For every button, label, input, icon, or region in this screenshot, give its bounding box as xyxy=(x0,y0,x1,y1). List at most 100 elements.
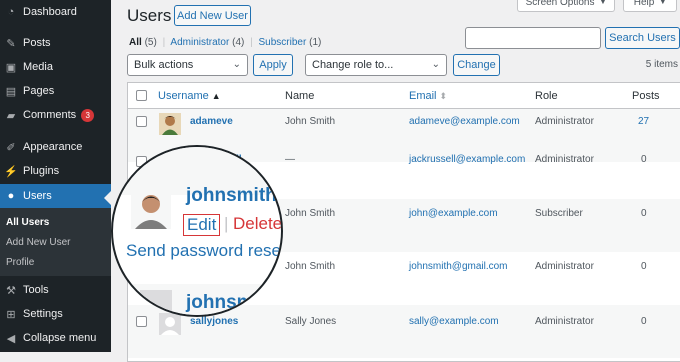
chevron-down-icon: ▼ xyxy=(599,0,607,6)
email-link[interactable]: jackrussell@example.com xyxy=(409,154,525,165)
name-cell: John Smith xyxy=(285,261,336,272)
filter-all-count: (5) xyxy=(144,37,157,48)
email-link[interactable]: john@example.com xyxy=(409,208,498,219)
help-tab[interactable]: Help ▼ xyxy=(623,0,677,12)
change-role-select[interactable]: Change role to... ⌄ xyxy=(305,54,447,76)
menu-settings[interactable]: ⊞ Settings xyxy=(0,302,111,326)
menu-label: Tools xyxy=(23,284,49,296)
add-new-user-button[interactable]: Add New User xyxy=(174,5,251,26)
table-header: Username ▲ Name Email ⬍ Role Posts xyxy=(128,83,680,109)
username-link[interactable]: adameve xyxy=(190,116,233,127)
name-cell: John Smith xyxy=(285,208,336,219)
menu-plugins[interactable]: ⚡ Plugins xyxy=(0,159,111,183)
screen-options-tab[interactable]: Screen Options ▼ xyxy=(517,0,615,12)
name-cell: John Smith xyxy=(285,116,336,127)
column-role: Role xyxy=(535,90,558,102)
brush-icon: ✐ xyxy=(6,141,16,154)
users-icon: ● xyxy=(7,190,15,202)
posts-count: 0 xyxy=(641,316,647,327)
menu-collapse[interactable]: ◀ Collapse menu xyxy=(0,326,111,350)
filter-administrator-count: (4) xyxy=(232,37,245,48)
menu-appearance[interactable]: ✐ Appearance xyxy=(0,135,111,159)
zoom-delete-link[interactable]: Delete xyxy=(233,214,281,234)
menu-label: Collapse menu xyxy=(23,332,97,344)
help-label: Help xyxy=(633,0,655,8)
zoom-separator: | xyxy=(224,214,229,233)
menu-dashboard[interactable]: ◔ Dashboard xyxy=(0,0,111,24)
dashboard-icon: ◔ xyxy=(7,6,15,18)
wrench-icon: ⚒ xyxy=(6,284,16,297)
pin-icon: ✎ xyxy=(6,37,16,50)
username-link[interactable]: sallyjones xyxy=(190,316,238,327)
menu-media[interactable]: ▣ Media xyxy=(0,55,111,79)
user-avatar-placeholder xyxy=(159,313,181,335)
email-link[interactable]: johnsmith@gmail.com xyxy=(409,261,508,272)
filter-subscriber-count: (1) xyxy=(309,37,322,48)
column-email[interactable]: Email ⬍ xyxy=(409,90,447,102)
posts-count-link[interactable]: 27 xyxy=(638,116,649,127)
menu-comments[interactable]: ▰ Comments 3 xyxy=(0,103,111,127)
media-icon: ▣ xyxy=(5,61,17,74)
submenu-all-users[interactable]: All Users xyxy=(6,217,49,228)
name-cell: Sally Jones xyxy=(285,316,337,327)
settings-icon: ⊞ xyxy=(6,308,16,321)
change-role-button[interactable]: Change xyxy=(453,54,500,76)
bulk-actions-value: Bulk actions xyxy=(134,59,194,71)
zoom-username-link[interactable]: johnsmith xyxy=(186,292,277,314)
menu-posts[interactable]: ✎ Posts xyxy=(0,31,111,55)
role-cell: Administrator xyxy=(535,154,594,165)
role-cell: Administrator xyxy=(535,261,594,272)
sort-icon: ▲ xyxy=(211,91,221,101)
menu-pages[interactable]: ▤ Pages xyxy=(0,79,111,103)
column-username[interactable]: Username ▲ xyxy=(158,90,221,102)
menu-label: Comments xyxy=(23,109,77,121)
menu-label: Plugins xyxy=(23,165,60,177)
column-name: Name xyxy=(285,90,315,102)
chevron-down-icon: ▼ xyxy=(659,0,667,6)
filter-administrator[interactable]: Administrator xyxy=(170,37,229,48)
posts-count: 0 xyxy=(641,154,647,165)
email-link[interactable]: sally@example.com xyxy=(409,316,499,327)
zoom-username-link[interactable]: johnsmith xyxy=(186,185,277,207)
posts-count: 0 xyxy=(641,208,647,219)
search-input[interactable] xyxy=(465,27,601,49)
screen-options-label: Screen Options xyxy=(525,0,595,8)
zoom-send-password-reset-link[interactable]: Send password reset xyxy=(126,241,281,261)
user-avatar xyxy=(159,113,181,135)
zoom-magnifier: johnsmith Edit | Delete Send password re… xyxy=(111,145,283,317)
role-cell: Administrator xyxy=(535,116,594,127)
zoom-user-avatar xyxy=(131,189,171,229)
row-checkbox[interactable] xyxy=(136,116,147,127)
comments-icon: ▰ xyxy=(6,109,16,122)
chevron-down-icon: ⌄ xyxy=(232,59,241,70)
apply-button[interactable]: Apply xyxy=(253,54,293,76)
posts-count: 0 xyxy=(641,261,647,272)
change-role-value: Change role to... xyxy=(312,59,394,71)
filter-all[interactable]: All xyxy=(129,37,142,48)
menu-tools[interactable]: ⚒ Tools xyxy=(0,278,111,302)
menu-label: Users xyxy=(23,190,52,202)
column-posts: Posts xyxy=(632,90,660,102)
menu-label: Settings xyxy=(23,308,63,320)
sort-icon: ⬍ xyxy=(439,91,448,101)
submenu-profile[interactable]: Profile xyxy=(6,257,34,268)
select-all-checkbox[interactable] xyxy=(136,90,147,101)
collapse-icon: ◀ xyxy=(6,332,16,345)
menu-label: Media xyxy=(23,61,53,73)
submenu-add-new-user[interactable]: Add New User xyxy=(6,237,70,248)
column-username-label: Username xyxy=(158,90,209,102)
filter-subscriber[interactable]: Subscriber xyxy=(259,37,307,48)
items-count: 5 items xyxy=(645,59,678,70)
page-title: Users xyxy=(127,6,172,25)
menu-label: Dashboard xyxy=(23,6,77,18)
search-users-button[interactable]: Search Users xyxy=(605,27,680,49)
admin-sidebar: ◔ Dashboard ✎ Posts ▣ Media ▤ Pages ▰ Co… xyxy=(0,0,111,352)
column-email-label: Email xyxy=(409,90,437,102)
role-cell: Administrator xyxy=(535,316,594,327)
menu-users[interactable]: ● Users xyxy=(0,184,111,208)
plugin-icon: ⚡ xyxy=(4,165,18,178)
bulk-actions-select[interactable]: Bulk actions ⌄ xyxy=(127,54,248,76)
row-checkbox[interactable] xyxy=(136,316,147,327)
zoom-edit-link[interactable]: Edit xyxy=(183,214,221,236)
email-link[interactable]: adameve@example.com xyxy=(409,116,520,127)
